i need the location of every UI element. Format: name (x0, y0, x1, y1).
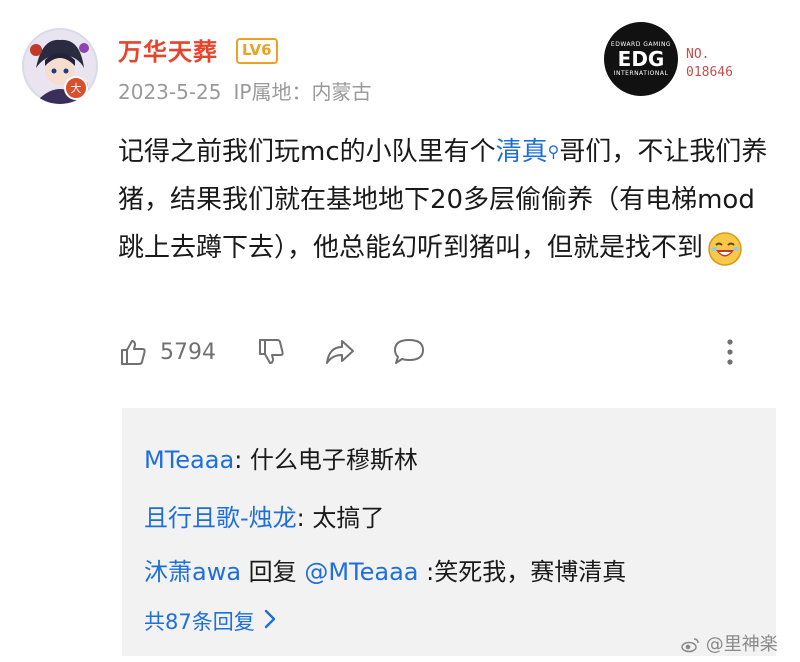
laughing-emoji-icon (707, 231, 743, 267)
post-date: 2023-5-25 (118, 80, 222, 104)
watermark: @里神楽 (680, 630, 778, 656)
reply-text: 太搞了 (312, 504, 385, 532)
reply-author[interactable]: 且行且歌-烛龙 (144, 504, 297, 532)
comment-button[interactable] (392, 332, 426, 372)
share-icon (324, 337, 356, 367)
reply-separator: : (418, 558, 435, 586)
fan-badge-number: NO. 018646 (686, 46, 733, 82)
reply-separator: : (234, 446, 250, 474)
fan-badge-no-value: 018646 (686, 65, 733, 80)
more-button[interactable] (724, 332, 736, 372)
like-button[interactable]: 5794 (118, 332, 216, 372)
like-icon (118, 337, 148, 367)
action-bar: 5794 (118, 332, 758, 372)
like-count: 5794 (160, 339, 216, 365)
reply-mid: 回复 (241, 558, 305, 586)
edg-logo: EDWARD GAMING EDG INTERNATIONAL (604, 22, 678, 96)
more-replies-label: 共87条回复 (144, 610, 255, 634)
edg-logo-text: EDG (617, 47, 665, 71)
reply-author[interactable]: 沐萧awa (144, 558, 241, 586)
search-icon[interactable]: ⚲ (548, 142, 560, 161)
level-badge: LV6 (236, 38, 278, 64)
comment-icon (392, 337, 426, 367)
post-content: 记得之前我们玩mc的小队里有个清真⚲哥们，不让我们养猪，结果我们就在基地地下20… (118, 128, 778, 272)
post-meta: 2023-5-25 IP属地：内蒙古 (118, 76, 371, 105)
reply-item[interactable]: 且行且歌-烛龙: 太搞了 (144, 498, 384, 533)
avatar-level-badge: 大 (64, 76, 88, 100)
reply-item[interactable]: 沐萧awa 回复 @MTeaaa :笑死我，赛博清真 (144, 552, 626, 587)
chevron-right-icon (263, 608, 277, 635)
topic-link[interactable]: 清真 (496, 137, 548, 167)
more-icon (724, 337, 736, 367)
reply-item[interactable]: MTeaaa: 什么电子穆斯林 (144, 440, 418, 475)
weibo-icon (680, 634, 706, 655)
edg-logo-bottom: INTERNATIONAL (613, 70, 669, 77)
content-part-1: 记得之前我们玩mc的小队里有个 (118, 137, 496, 167)
watermark-text: @里神楽 (705, 634, 778, 655)
dislike-icon (256, 337, 286, 367)
fan-badge-no-label: NO. (686, 47, 710, 62)
reply-target[interactable]: @MTeaaa (304, 558, 418, 586)
dislike-button[interactable] (256, 332, 286, 372)
reply-box[interactable]: MTeaaa: 什么电子穆斯林 且行且歌-烛龙: 太搞了 沐萧awa 回复 @M… (122, 408, 776, 656)
ip-location: IP属地：内蒙古 (233, 80, 372, 104)
more-replies-link[interactable]: 共87条回复 (144, 606, 277, 636)
share-button[interactable] (324, 332, 356, 372)
reply-separator: : (296, 504, 313, 532)
reply-text: 笑死我，赛博清真 (434, 558, 627, 586)
reply-text: 什么电子穆斯林 (249, 446, 418, 474)
username[interactable]: 万华天葬 (118, 32, 218, 67)
reply-author[interactable]: MTeaaa (144, 446, 234, 474)
